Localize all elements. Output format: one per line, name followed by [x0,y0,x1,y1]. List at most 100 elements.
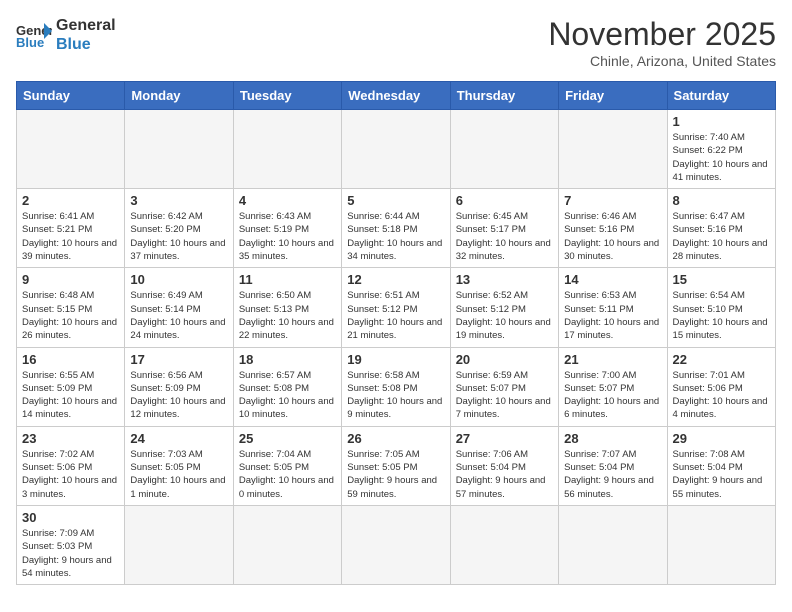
day-info: Sunrise: 6:42 AM Sunset: 5:20 PM Dayligh… [130,210,227,263]
day-number: 19 [347,352,444,367]
weekday-header-saturday: Saturday [667,82,775,110]
calendar-cell: 7 Sunrise: 6:46 AM Sunset: 5:16 PM Daylig… [559,189,667,268]
day-number: 30 [22,510,119,525]
calendar-cell: 8 Sunrise: 6:47 AM Sunset: 5:16 PM Daylig… [667,189,775,268]
logo-general-text: General [56,16,116,35]
day-number: 8 [673,193,770,208]
day-number: 29 [673,431,770,446]
calendar-cell: 24 Sunrise: 7:03 AM Sunset: 5:05 PM Dayli… [125,426,233,505]
day-number: 10 [130,272,227,287]
day-info: Sunrise: 7:05 AM Sunset: 5:05 PM Dayligh… [347,448,444,501]
calendar-cell [667,505,775,584]
day-info: Sunrise: 7:06 AM Sunset: 5:04 PM Dayligh… [456,448,553,501]
month-title: November 2025 [548,16,776,53]
day-info: Sunrise: 6:56 AM Sunset: 5:09 PM Dayligh… [130,369,227,422]
calendar-cell: 29 Sunrise: 7:08 AM Sunset: 5:04 PM Dayli… [667,426,775,505]
calendar-cell: 17 Sunrise: 6:56 AM Sunset: 5:09 PM Dayli… [125,347,233,426]
day-number: 26 [347,431,444,446]
day-info: Sunrise: 6:53 AM Sunset: 5:11 PM Dayligh… [564,289,661,342]
weekday-header-friday: Friday [559,82,667,110]
day-info: Sunrise: 7:00 AM Sunset: 5:07 PM Dayligh… [564,369,661,422]
day-info: Sunrise: 6:41 AM Sunset: 5:21 PM Dayligh… [22,210,119,263]
day-number: 28 [564,431,661,446]
calendar-cell: 20 Sunrise: 6:59 AM Sunset: 5:07 PM Dayli… [450,347,558,426]
day-info: Sunrise: 6:48 AM Sunset: 5:15 PM Dayligh… [22,289,119,342]
day-number: 24 [130,431,227,446]
weekday-header-row: SundayMondayTuesdayWednesdayThursdayFrid… [17,82,776,110]
day-info: Sunrise: 6:45 AM Sunset: 5:17 PM Dayligh… [456,210,553,263]
calendar-week-4: 16Sunrise: 6:55 AM Sunset: 5:09 PM Dayli… [17,347,776,426]
day-number: 1 [673,114,770,129]
day-number: 20 [456,352,553,367]
weekday-header-thursday: Thursday [450,82,558,110]
day-info: Sunrise: 6:47 AM Sunset: 5:16 PM Dayligh… [673,210,770,263]
day-number: 6 [456,193,553,208]
day-info: Sunrise: 6:50 AM Sunset: 5:13 PM Dayligh… [239,289,336,342]
day-number: 5 [347,193,444,208]
day-number: 7 [564,193,661,208]
day-info: Sunrise: 7:01 AM Sunset: 5:06 PM Dayligh… [673,369,770,422]
svg-text:Blue: Blue [16,35,44,49]
calendar-week-5: 23Sunrise: 7:02 AM Sunset: 5:06 PM Dayli… [17,426,776,505]
day-number: 12 [347,272,444,287]
calendar-cell [125,505,233,584]
day-info: Sunrise: 7:07 AM Sunset: 5:04 PM Dayligh… [564,448,661,501]
day-info: Sunrise: 7:40 AM Sunset: 6:22 PM Dayligh… [673,131,770,184]
calendar-cell: 12 Sunrise: 6:51 AM Sunset: 5:12 PM Dayli… [342,268,450,347]
calendar-cell: 10 Sunrise: 6:49 AM Sunset: 5:14 PM Dayli… [125,268,233,347]
calendar-week-2: 2 Sunrise: 6:41 AM Sunset: 5:21 PM Daylig… [17,189,776,268]
calendar-cell: 25 Sunrise: 7:04 AM Sunset: 5:05 PM Dayli… [233,426,341,505]
day-number: 27 [456,431,553,446]
day-info: Sunrise: 6:58 AM Sunset: 5:08 PM Dayligh… [347,369,444,422]
calendar-cell [450,110,558,189]
calendar-cell: 11 Sunrise: 6:50 AM Sunset: 5:13 PM Dayli… [233,268,341,347]
calendar-cell: 26 Sunrise: 7:05 AM Sunset: 5:05 PM Dayli… [342,426,450,505]
calendar-cell: 22 Sunrise: 7:01 AM Sunset: 5:06 PM Dayli… [667,347,775,426]
day-info: Sunrise: 7:03 AM Sunset: 5:05 PM Dayligh… [130,448,227,501]
calendar-cell: 27 Sunrise: 7:06 AM Sunset: 5:04 PM Dayli… [450,426,558,505]
day-number: 3 [130,193,227,208]
calendar-week-6: 30 Sunrise: 7:09 AM Sunset: 5:03 PM Dayli… [17,505,776,584]
calendar-cell: 16Sunrise: 6:55 AM Sunset: 5:09 PM Dayli… [17,347,125,426]
weekday-header-tuesday: Tuesday [233,82,341,110]
weekday-header-monday: Monday [125,82,233,110]
page-header: General Blue General Blue November 2025 … [16,16,776,69]
day-info: Sunrise: 7:02 AM Sunset: 5:06 PM Dayligh… [22,448,119,501]
day-info: Sunrise: 7:04 AM Sunset: 5:05 PM Dayligh… [239,448,336,501]
day-info: Sunrise: 6:52 AM Sunset: 5:12 PM Dayligh… [456,289,553,342]
day-number: 25 [239,431,336,446]
day-info: Sunrise: 6:49 AM Sunset: 5:14 PM Dayligh… [130,289,227,342]
day-info: Sunrise: 6:57 AM Sunset: 5:08 PM Dayligh… [239,369,336,422]
calendar-cell [342,505,450,584]
day-number: 15 [673,272,770,287]
day-info: Sunrise: 6:59 AM Sunset: 5:07 PM Dayligh… [456,369,553,422]
day-info: Sunrise: 6:55 AM Sunset: 5:09 PM Dayligh… [22,369,119,422]
day-number: 2 [22,193,119,208]
day-info: Sunrise: 6:46 AM Sunset: 5:16 PM Dayligh… [564,210,661,263]
calendar-cell [342,110,450,189]
day-number: 22 [673,352,770,367]
day-number: 11 [239,272,336,287]
calendar-cell [17,110,125,189]
day-number: 17 [130,352,227,367]
calendar-cell: 18Sunrise: 6:57 AM Sunset: 5:08 PM Dayli… [233,347,341,426]
day-info: Sunrise: 7:09 AM Sunset: 5:03 PM Dayligh… [22,527,119,580]
calendar-cell: 19 Sunrise: 6:58 AM Sunset: 5:08 PM Dayli… [342,347,450,426]
title-area: November 2025 Chinle, Arizona, United St… [548,16,776,69]
calendar-table: SundayMondayTuesdayWednesdayThursdayFrid… [16,81,776,585]
calendar-cell: 1 Sunrise: 7:40 AM Sunset: 6:22 PM Daylig… [667,110,775,189]
logo-icon: General Blue [16,21,52,49]
day-info: Sunrise: 6:51 AM Sunset: 5:12 PM Dayligh… [347,289,444,342]
day-info: Sunrise: 7:08 AM Sunset: 5:04 PM Dayligh… [673,448,770,501]
calendar-cell: 30 Sunrise: 7:09 AM Sunset: 5:03 PM Dayli… [17,505,125,584]
calendar-cell: 13 Sunrise: 6:52 AM Sunset: 5:12 PM Dayli… [450,268,558,347]
day-number: 13 [456,272,553,287]
calendar-cell: 28 Sunrise: 7:07 AM Sunset: 5:04 PM Dayli… [559,426,667,505]
day-info: Sunrise: 6:44 AM Sunset: 5:18 PM Dayligh… [347,210,444,263]
calendar-cell: 9Sunrise: 6:48 AM Sunset: 5:15 PM Daylig… [17,268,125,347]
calendar-cell [125,110,233,189]
weekday-header-sunday: Sunday [17,82,125,110]
calendar-week-3: 9Sunrise: 6:48 AM Sunset: 5:15 PM Daylig… [17,268,776,347]
calendar-cell [233,110,341,189]
calendar-cell: 3 Sunrise: 6:42 AM Sunset: 5:20 PM Daylig… [125,189,233,268]
